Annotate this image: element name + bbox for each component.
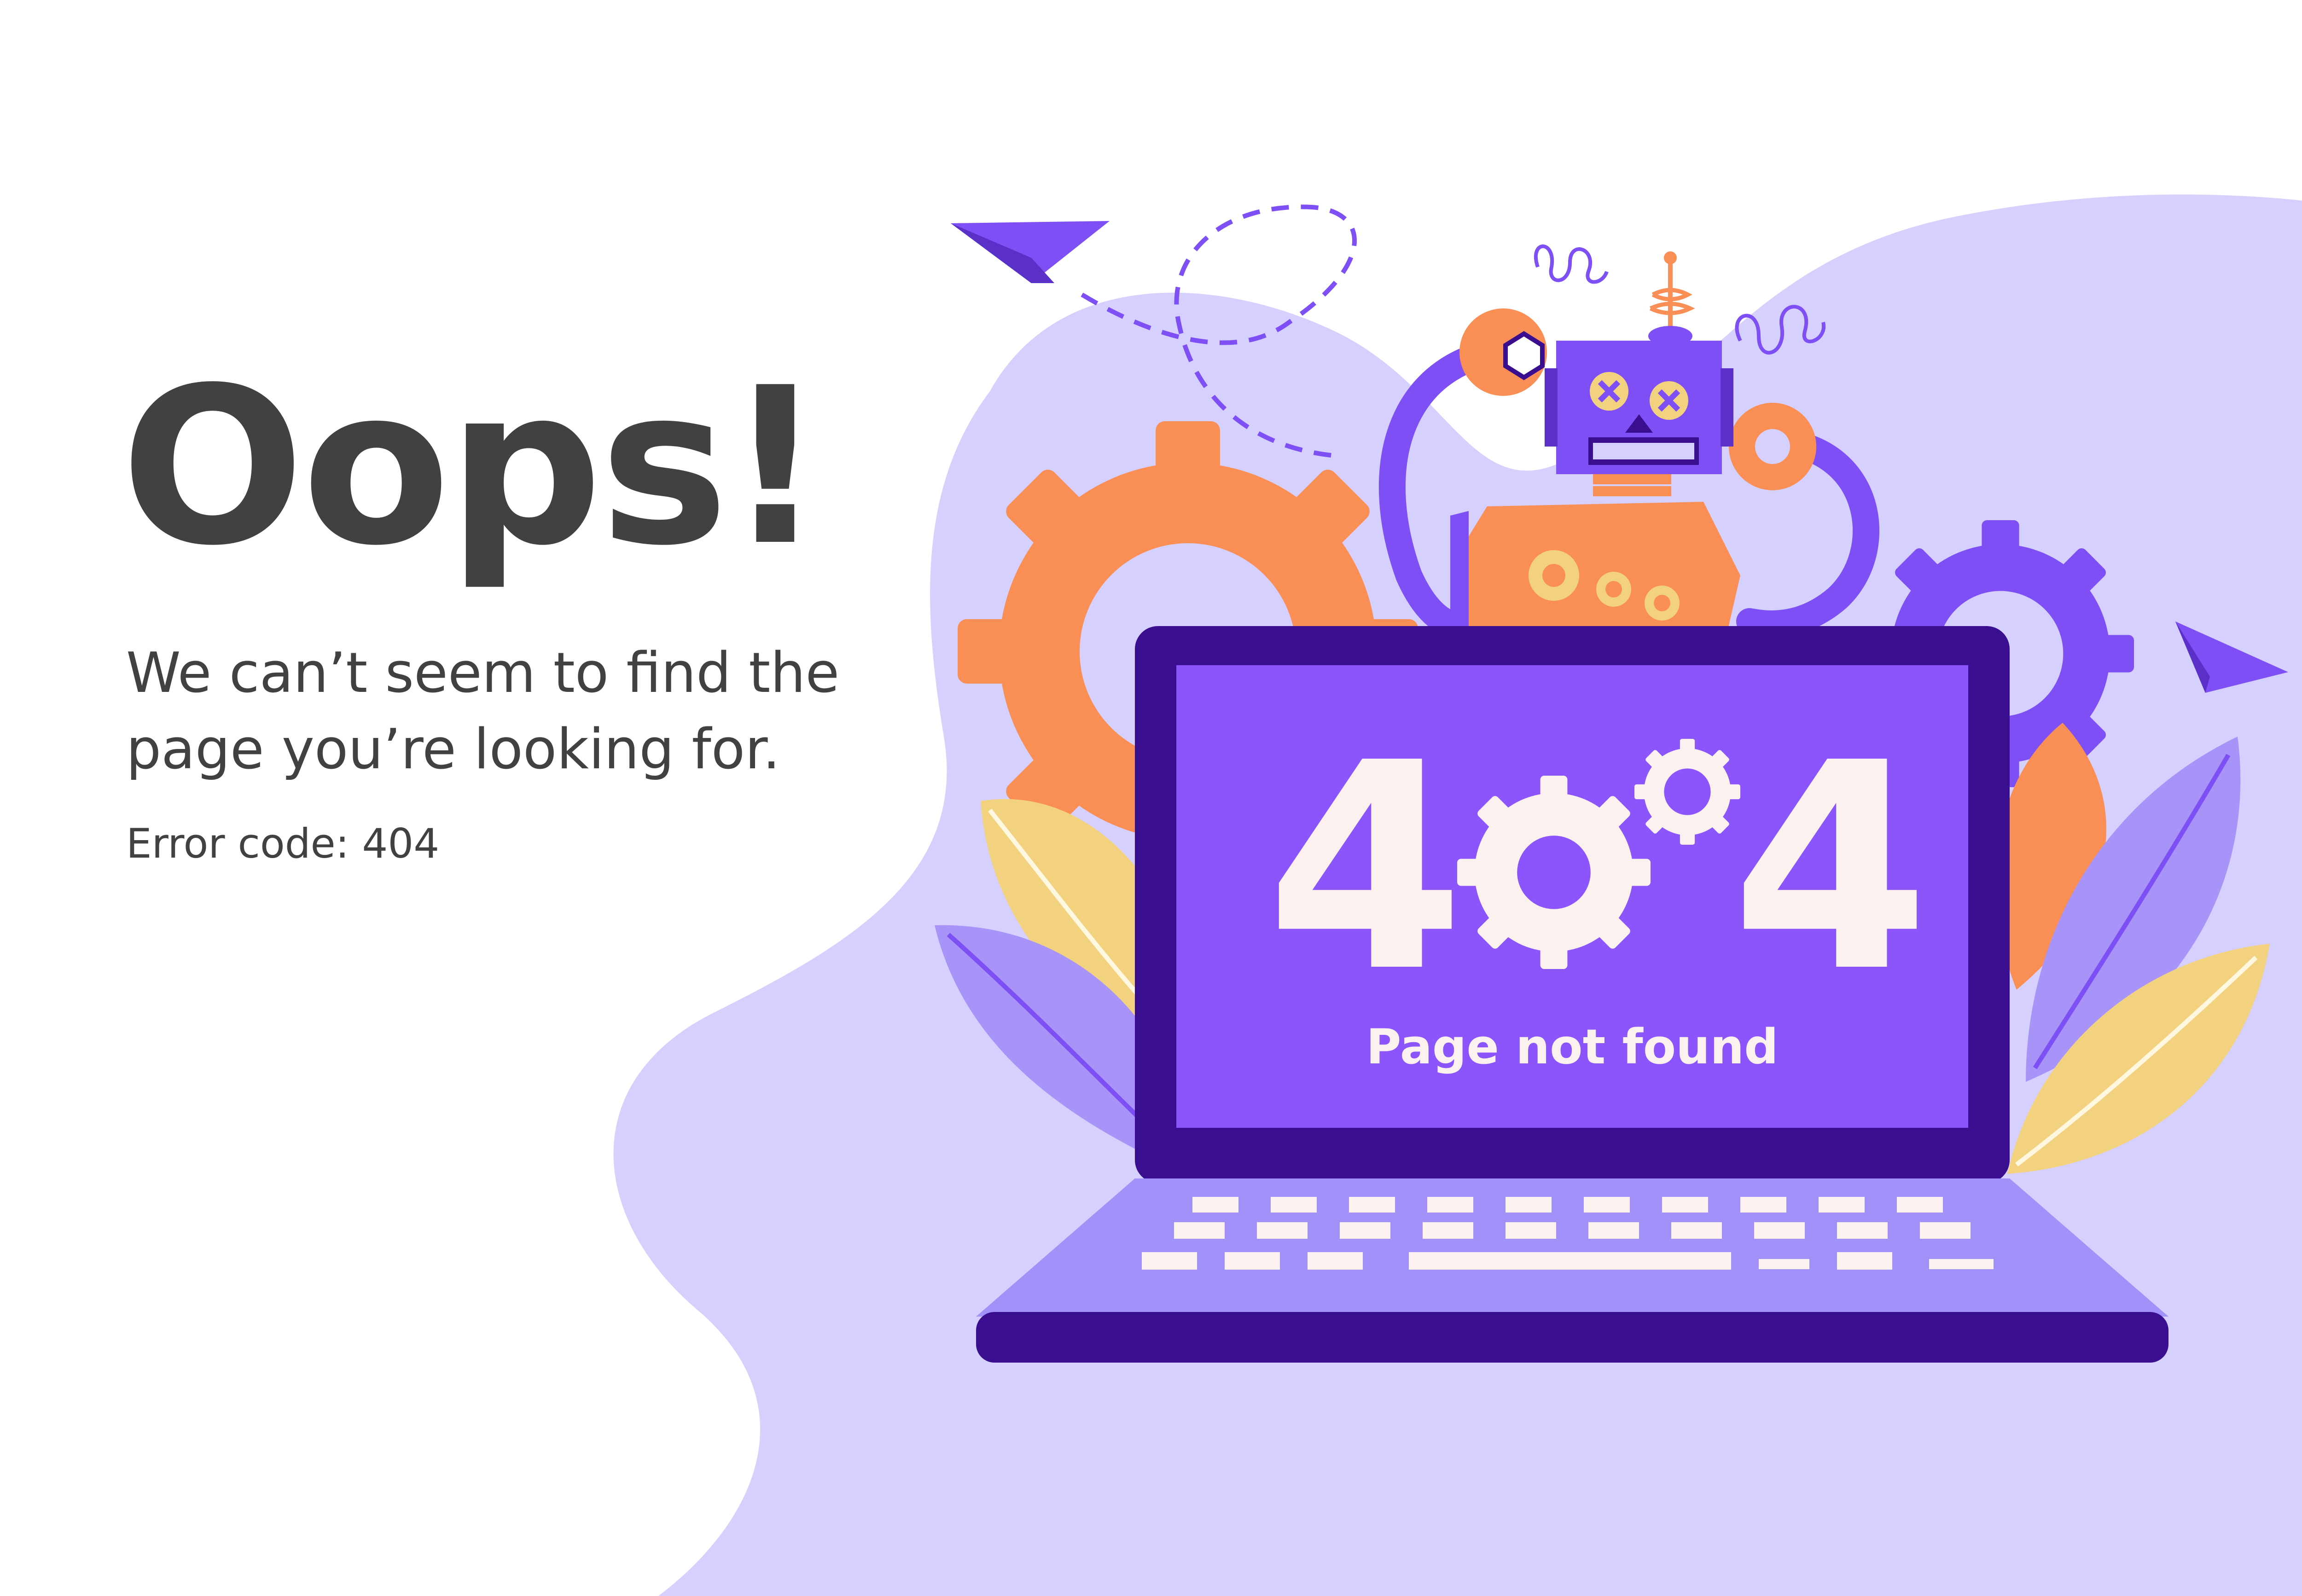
error-message: We can’t seem to find the page you’re lo…	[126, 641, 840, 782]
gear-icon	[1634, 739, 1740, 845]
laptop-icon	[976, 626, 2168, 1363]
gear-icon	[1457, 776, 1651, 969]
paper-plane-icon	[951, 221, 1110, 283]
error-code-label: Error code: 404	[126, 820, 440, 868]
screen-digit-right: 4	[1731, 702, 1930, 1034]
headline: Oops!	[121, 341, 825, 593]
page-not-found-caption: Page not found	[1366, 1019, 1778, 1075]
spring-icon	[1534, 244, 1609, 284]
error-message-block: Oops! We can’t seem to find the page you…	[121, 341, 995, 868]
screen-digit-left: 4	[1266, 702, 1465, 1034]
